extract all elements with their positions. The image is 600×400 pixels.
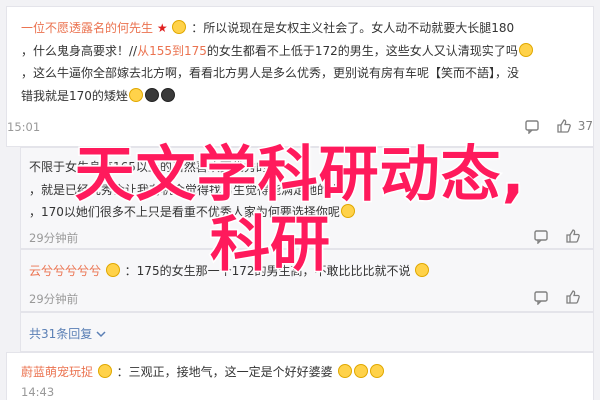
comment-line: ，170以她们很多不上只是看重不优秀人家为何要选择你呢	[29, 201, 581, 224]
emoji-icon	[415, 263, 430, 277]
mention-link[interactable]: 从155到175	[137, 44, 207, 58]
thumbs-emoji-icon	[353, 364, 368, 378]
like-button[interactable]: 37	[556, 118, 593, 134]
reply-button[interactable]	[533, 228, 549, 244]
comment-user[interactable]: 蔚蓝萌宠玩捉	[21, 365, 93, 379]
thumbs-up-icon	[566, 229, 580, 243]
comment-card-3: 云兮兮兮兮兮 ：175的女生那一个172的男生高，不敢比比比就不说 29分钟前	[20, 249, 594, 312]
vip-star-icon: ★	[156, 21, 168, 35]
chevron-down-icon	[96, 331, 106, 338]
thumbs-emoji-icon	[337, 364, 352, 378]
thumbs-up-icon	[566, 290, 580, 304]
badge-icon	[97, 364, 112, 378]
comment-time: 29分钟前	[29, 231, 79, 245]
comment-actions	[533, 228, 581, 244]
reply-icon	[534, 230, 548, 244]
reply-button[interactable]	[533, 289, 549, 305]
emoji-icon	[340, 204, 355, 218]
comment-line: ，这么牛逼你全部嫁去北方啊，看看北方男人是多么优秀，更别说有房有车呢【笑而不語】…	[21, 66, 520, 80]
comment-line: ，就是已经优秀会让我有机会觉得找男生觉得能满足她的上	[29, 182, 342, 197]
emoji-icon	[160, 87, 175, 102]
reply-icon	[534, 291, 548, 305]
comment-line: 蔚蓝萌宠玩捉 ：三观正，接地气，这一定是个好好婆婆	[21, 361, 581, 384]
comment-time: 14:43	[21, 385, 55, 399]
thumbs-emoji-icon	[369, 364, 384, 378]
comment-line: 错我就是170的矮矬	[21, 85, 581, 108]
comment-user[interactable]: 一位不愿透露名的何先生	[21, 21, 153, 35]
emoji-icon	[144, 87, 159, 102]
cat-icon	[518, 42, 533, 57]
panda-icon	[172, 20, 187, 34]
comment-line: ，什么鬼身高要求！//从155到175的女生都看不上低于172的男生，这些女人又…	[21, 40, 581, 63]
reply-button[interactable]	[524, 118, 540, 134]
like-count: 37	[577, 119, 593, 133]
comment-time: 29分钟前	[29, 292, 79, 306]
comment-actions	[533, 289, 581, 305]
comment-line: 不限于女生身高165以上的当然喜欢更优秀的	[29, 160, 268, 174]
comment-line: 云兮兮兮兮兮 ：175的女生那一个172的男生高，不敢比比比就不说	[29, 260, 581, 283]
expand-replies-link[interactable]: 共31条回复	[29, 327, 106, 341]
thumbs-up-icon	[557, 119, 571, 133]
comment-card-5: 蔚蓝萌宠玩捉 ：三观正，接地气，这一定是个好好婆婆 14:43	[6, 352, 594, 400]
expand-replies-row: 共31条回复	[20, 312, 594, 352]
comment-actions: 37	[524, 118, 593, 134]
like-button[interactable]	[565, 228, 581, 244]
emoji-icon	[128, 87, 143, 102]
like-button[interactable]	[565, 289, 581, 305]
comment-line: 一位不愿透露名的何先生 ★ ：所以说现在是女权主义社会了。女人动不动就要大长腿1…	[21, 20, 515, 35]
comment-user[interactable]: 云兮兮兮兮兮	[29, 264, 101, 278]
comment-card-2: 不限于女生身高165以上的当然喜欢更优秀的 ，就是已经优秀会让我有机会觉得找男生…	[20, 147, 594, 249]
panda-icon	[105, 263, 120, 277]
comment-card-1: 一位不愿透露名的何先生 ★ ：所以说现在是女权主义社会了。女人动不动就要大长腿1…	[6, 6, 594, 147]
comment-time: 15:01	[7, 120, 41, 134]
reply-icon	[525, 120, 539, 134]
